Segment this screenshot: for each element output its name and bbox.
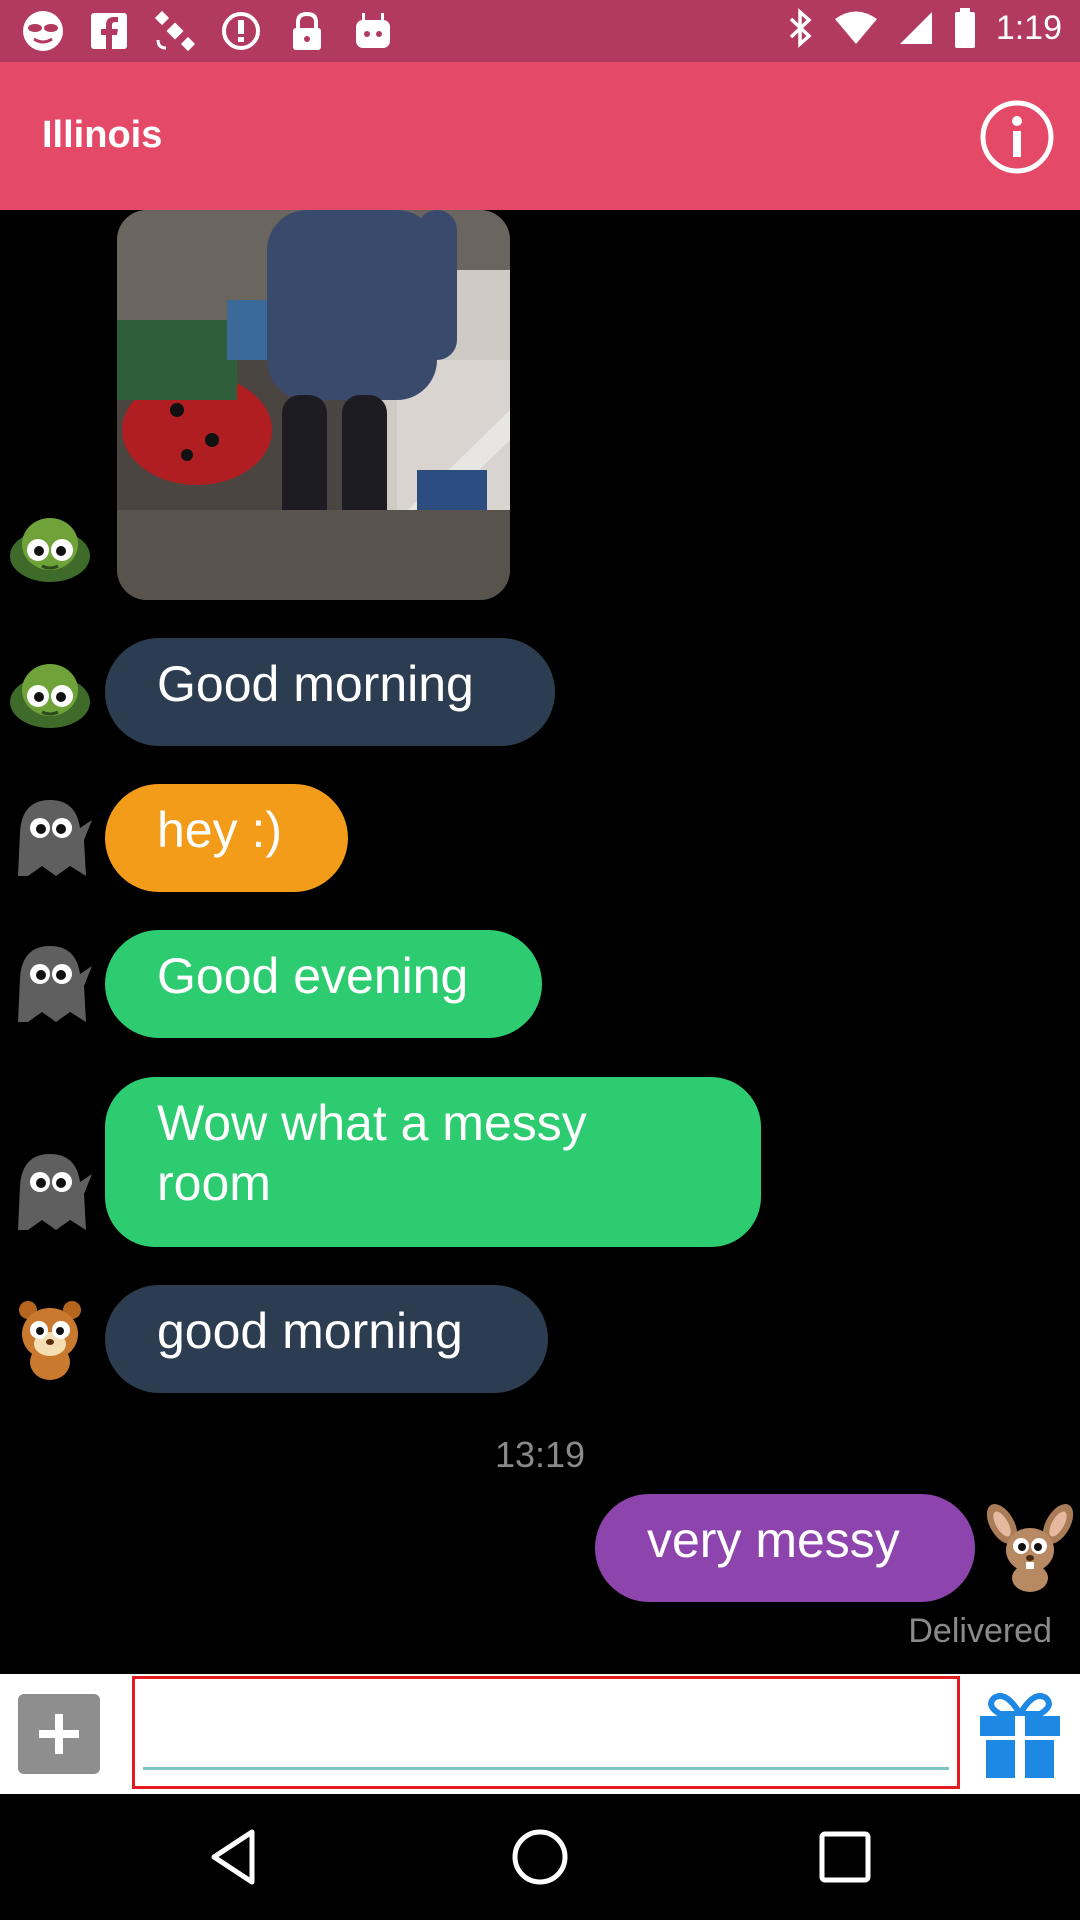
message-bubble[interactable]: hey :) [105,784,348,892]
message-bubble[interactable]: Good morning [105,638,555,746]
ghost-avatar[interactable] [6,1146,94,1234]
lock-icon [284,8,330,54]
notification-icons [20,8,396,54]
message-input-container [132,1676,960,1789]
battery-icon [954,8,975,48]
photo-message[interactable] [117,210,510,600]
navigation-bar [0,1794,1080,1920]
message-composer [0,1674,1080,1794]
recents-icon [819,1831,871,1883]
message-bubble[interactable]: Wow what a messy room [105,1077,761,1247]
recents-button[interactable] [810,1822,880,1892]
ghost-avatar[interactable] [6,792,94,880]
chat-title: Illinois [42,114,163,156]
app-bar: Illinois [0,62,1080,210]
info-icon [980,100,1054,174]
status-time: 1:19 [995,8,1062,47]
alert-icon [218,8,264,54]
outgoing-message-bubble[interactable]: very messy [595,1494,975,1602]
delivery-status: Delivered [908,1612,1052,1650]
message-bubble[interactable]: good morning [105,1285,548,1393]
status-bar: 1:19 [0,0,1080,62]
message-bubble[interactable]: Good evening [105,930,542,1038]
wifi-icon [834,11,877,44]
mask-icon [20,8,66,54]
input-underline [143,1767,949,1770]
home-icon [512,1829,568,1885]
home-button[interactable] [505,1822,575,1892]
gift-button[interactable] [976,1688,1064,1780]
back-icon [211,1829,255,1885]
gift-icon [980,1693,1060,1778]
android-icon [350,8,396,54]
photo-image [117,210,510,600]
turtle-avatar[interactable] [6,646,94,734]
info-button[interactable] [978,98,1056,176]
turtle-avatar[interactable] [6,500,94,588]
back-button[interactable] [200,1822,270,1892]
cell-signal-icon [899,12,932,44]
system-indicators: 1:19 [788,8,1062,48]
satellite-icon [152,8,198,54]
message-input[interactable] [145,1693,945,1771]
ghost-avatar[interactable] [6,938,94,1026]
add-attachment-button[interactable] [18,1694,100,1774]
hamster-avatar[interactable] [6,1294,94,1382]
rabbit-avatar[interactable] [986,1500,1074,1592]
message-timestamp: 13:19 [494,1434,586,1475]
facebook-icon [86,8,132,54]
bluetooth-icon [789,8,812,48]
plus-icon [39,1714,79,1754]
